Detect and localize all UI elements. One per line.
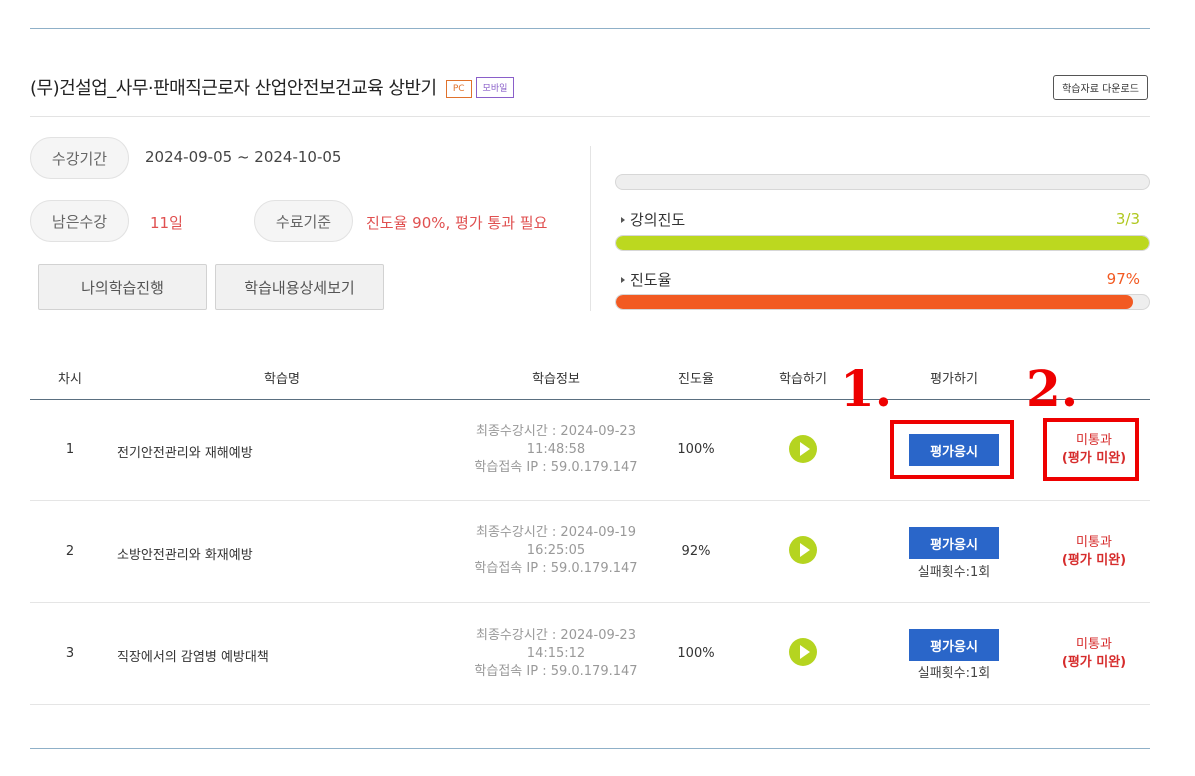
- lecture-progress-fill: [616, 236, 1149, 250]
- row-1-play-button[interactable]: [789, 435, 817, 463]
- lecture-progress-label: 강의진도: [621, 209, 685, 230]
- row-3-status: 미통과 (평가 미완): [1049, 636, 1139, 672]
- title-divider: [30, 116, 1150, 117]
- row-3-last-time-clock: 14:15:12: [526, 646, 586, 661]
- header-study: 학습하기: [779, 372, 827, 387]
- rate-progress-label: 진도율: [621, 269, 671, 290]
- row-2-status: 미통과 (평가 미완): [1049, 534, 1139, 570]
- lecture-progress-label-text: 강의진도: [630, 211, 686, 229]
- row-3-eval-button[interactable]: 평가응시: [909, 629, 999, 661]
- row-3-play-button[interactable]: [789, 638, 817, 666]
- header-info: 학습정보: [532, 372, 580, 387]
- criteria-value: 진도율 90%, 평가 통과 필요: [366, 214, 548, 232]
- row-3-status-text: 미통과: [1076, 637, 1112, 652]
- course-title: (무)건설업_사무·판매직근로자 산업안전보건교육 상반기 PC 모바일: [30, 74, 515, 100]
- remaining-label: 남은수강: [30, 200, 129, 242]
- row-1-rate: 100%: [677, 442, 715, 457]
- annotation-box-eval: [890, 420, 1014, 479]
- row-divider: [30, 704, 1150, 705]
- row-2-last-time: 최종수강시간 : 2024-09-19: [476, 525, 636, 540]
- row-2-no: 2: [65, 544, 75, 559]
- mobile-tag: 모바일: [475, 77, 515, 98]
- top-divider: [30, 28, 1150, 29]
- period-value: 2024-09-05 ~ 2024-10-05: [145, 148, 342, 166]
- annotation-marker-2: 2.: [1026, 359, 1079, 418]
- lecture-progress-bar: [615, 235, 1150, 251]
- row-2-status-text: 미통과: [1076, 535, 1112, 550]
- row-divider: [30, 500, 1150, 501]
- play-icon: [799, 442, 810, 456]
- annotation-marker-1: 1.: [840, 359, 893, 418]
- row-3-rate: 100%: [677, 646, 715, 661]
- play-icon: [799, 645, 810, 659]
- row-2-last-time-clock: 16:25:05: [526, 543, 586, 558]
- row-divider: [30, 602, 1150, 603]
- table-header-divider: [30, 399, 1150, 400]
- overall-progress-bar: [615, 174, 1150, 190]
- lecture-progress-value: 3/3: [1115, 210, 1140, 228]
- row-2-ip: 학습접속 IP : 59.0.179.147: [474, 561, 638, 576]
- header-rate: 진도율: [678, 372, 714, 387]
- my-progress-button[interactable]: 나의학습진행: [38, 264, 207, 310]
- course-title-text: (무)건설업_사무·판매직근로자 산업안전보건교육 상반기: [30, 78, 437, 99]
- period-label: 수강기간: [30, 137, 129, 179]
- bullet-arrow-icon: [621, 276, 625, 283]
- pc-tag: PC: [445, 80, 472, 98]
- row-3-ip: 학습접속 IP : 59.0.179.147: [474, 664, 638, 679]
- rate-progress-value: 97%: [1106, 270, 1140, 288]
- header-session: 차시: [58, 372, 82, 387]
- info-divider: [590, 146, 591, 311]
- row-3-title: 직장에서의 감염병 예방대책: [117, 650, 269, 665]
- row-2-fail-count: 실패횟수:1회: [917, 565, 991, 580]
- bullet-arrow-icon: [621, 216, 625, 223]
- row-3-no: 3: [65, 646, 75, 661]
- remaining-value: 11일: [150, 214, 183, 232]
- row-1-last-time: 최종수강시간 : 2024-09-23: [476, 424, 636, 439]
- download-materials-button[interactable]: 학습자료 다운로드: [1053, 75, 1148, 100]
- row-3-fail-count: 실패횟수:1회: [917, 666, 991, 681]
- row-2-rate: 92%: [681, 544, 711, 559]
- row-2-status-detail: (평가 미완): [1061, 553, 1127, 568]
- play-icon: [799, 543, 810, 557]
- bottom-divider: [30, 748, 1150, 749]
- annotation-box-status: [1043, 418, 1139, 481]
- row-1-info: 최종수강시간 : 2024-09-23 11:48:58 학습접속 IP : 5…: [456, 423, 656, 477]
- criteria-label: 수료기준: [254, 200, 353, 242]
- rate-progress-label-text: 진도율: [630, 271, 672, 289]
- row-2-eval-button[interactable]: 평가응시: [909, 527, 999, 559]
- row-3-info: 최종수강시간 : 2024-09-23 14:15:12 학습접속 IP : 5…: [456, 627, 656, 681]
- row-2-info: 최종수강시간 : 2024-09-19 16:25:05 학습접속 IP : 5…: [456, 524, 656, 578]
- rate-progress-fill: [616, 295, 1133, 309]
- row-1-no: 1: [65, 442, 75, 457]
- row-1-last-time-clock: 11:48:58: [526, 442, 586, 457]
- row-1-title: 전기안전관리와 재해예방: [117, 446, 253, 461]
- row-1-ip: 학습접속 IP : 59.0.179.147: [474, 460, 638, 475]
- header-title: 학습명: [264, 372, 300, 387]
- content-detail-button[interactable]: 학습내용상세보기: [215, 264, 384, 310]
- row-3-last-time: 최종수강시간 : 2024-09-23: [476, 628, 636, 643]
- header-eval: 평가하기: [930, 372, 978, 387]
- rate-progress-bar: [615, 294, 1150, 310]
- row-3-status-detail: (평가 미완): [1061, 655, 1127, 670]
- row-2-play-button[interactable]: [789, 536, 817, 564]
- row-2-title: 소방안전관리와 화재예방: [117, 548, 253, 563]
